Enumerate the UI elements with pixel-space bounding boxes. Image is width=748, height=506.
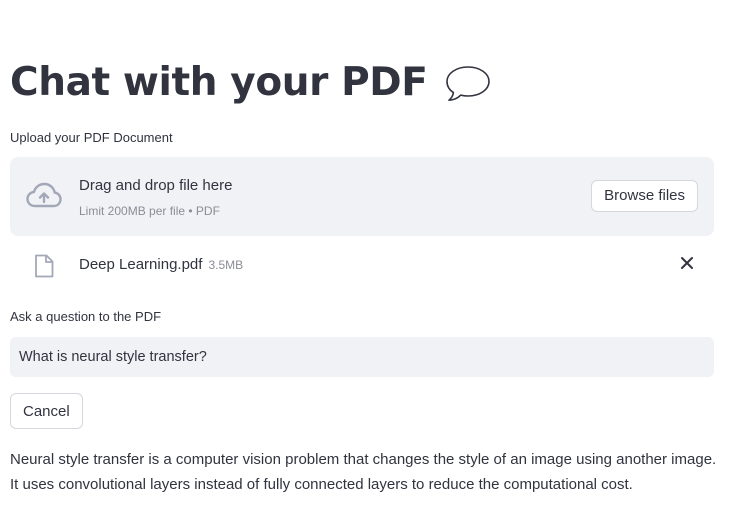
- upload-label: Upload your PDF Document: [10, 130, 173, 145]
- browse-files-button[interactable]: Browse files: [591, 180, 698, 212]
- header: Chat with your PDF: [10, 58, 492, 108]
- close-icon[interactable]: [680, 256, 694, 270]
- answer-text: Neural style transfer is a computer visi…: [10, 447, 740, 497]
- answer-line: Neural style transfer is a computer visi…: [10, 451, 717, 468]
- question-label: Ask a question to the PDF: [10, 309, 162, 324]
- app-page: Chat with your PDF Upload your PDF Docum…: [0, 0, 748, 506]
- file-icon: [35, 254, 54, 278]
- question-input[interactable]: [10, 337, 714, 377]
- uploaded-file-name: Deep Learning.pdf: [79, 256, 203, 273]
- answer-line: It uses convolutional layers instead of …: [10, 476, 633, 493]
- dropzone-instructions: Drag and drop file here: [79, 177, 233, 194]
- dropzone-limit-hint: Limit 200MB per file • PDF: [79, 204, 220, 218]
- cancel-button[interactable]: Cancel: [10, 393, 83, 429]
- file-dropzone[interactable]: Drag and drop file here Limit 200MB per …: [10, 157, 714, 236]
- speech-bubble-icon: [445, 66, 490, 101]
- uploaded-file-row: Deep Learning.pdf 3.5MB: [10, 246, 714, 284]
- uploaded-file-info: Deep Learning.pdf 3.5MB: [79, 256, 243, 273]
- cloud-upload-icon: [26, 182, 62, 208]
- page-title: Chat with your PDF: [10, 60, 428, 105]
- uploaded-file-size: 3.5MB: [208, 258, 244, 272]
